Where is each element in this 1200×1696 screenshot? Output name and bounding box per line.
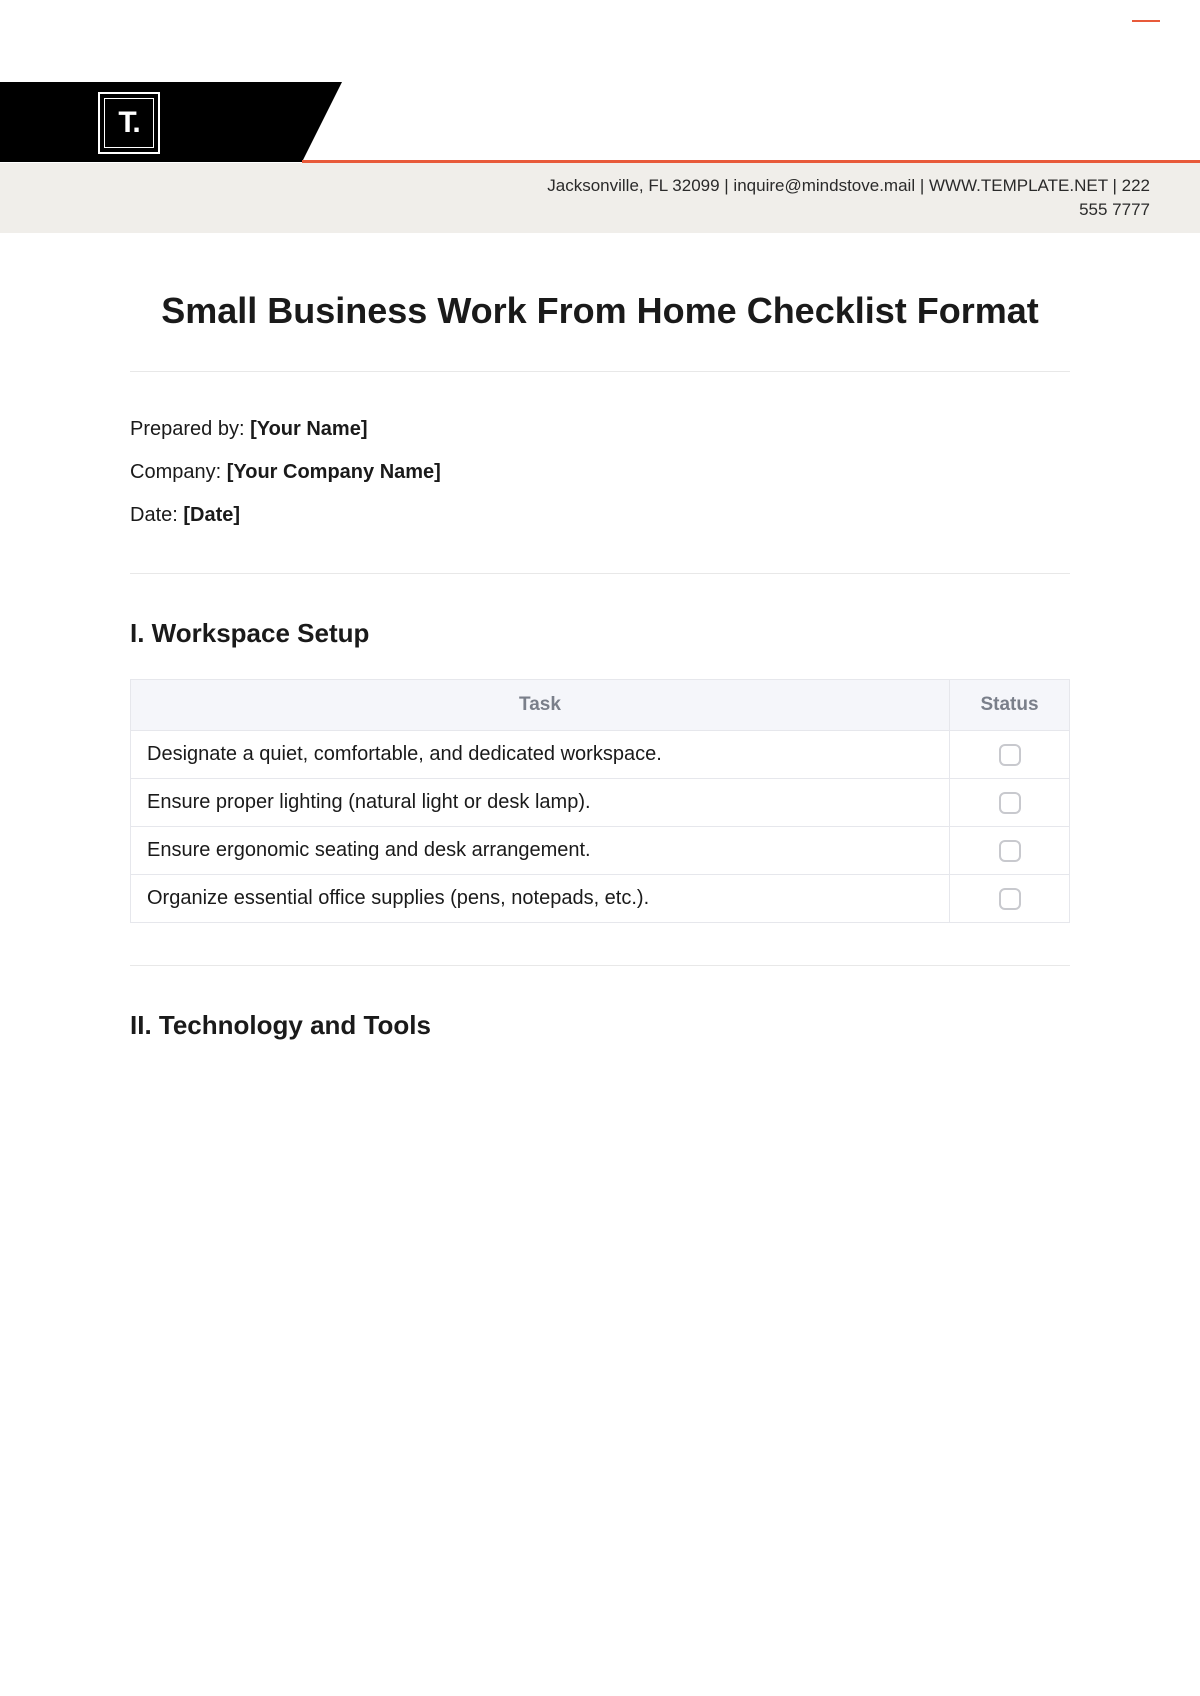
divider: [130, 573, 1070, 574]
divider: [130, 965, 1070, 966]
section-1-title: I. Workspace Setup: [130, 618, 1070, 649]
workspace-setup-table: Task Status Designate a quiet, comfortab…: [130, 679, 1070, 923]
col-status-header: Status: [950, 679, 1070, 730]
task-cell: Organize essential office supplies (pens…: [131, 874, 950, 922]
prepared-by-label: Prepared by:: [130, 418, 250, 440]
prepared-by-row: Prepared by: [Your Name]: [130, 418, 1070, 441]
col-task-header: Task: [131, 679, 950, 730]
checkbox-icon[interactable]: [999, 888, 1021, 910]
company-value: [Your Company Name]: [227, 461, 441, 483]
meta-block: Prepared by: [Your Name] Company: [Your …: [130, 418, 1070, 527]
date-row: Date: [Date]: [130, 504, 1070, 527]
accent-mark: [1132, 20, 1160, 22]
table-row: Organize essential office supplies (pens…: [131, 874, 1070, 922]
table-row: Ensure ergonomic seating and desk arrang…: [131, 826, 1070, 874]
company-row: Company: [Your Company Name]: [130, 461, 1070, 484]
status-cell: [950, 874, 1070, 922]
header-contact-bar: Jacksonville, FL 32099 | inquire@mindsto…: [0, 163, 1200, 233]
date-label: Date:: [130, 504, 183, 526]
prepared-by-value: [Your Name]: [250, 418, 367, 440]
task-cell: Ensure ergonomic seating and desk arrang…: [131, 826, 950, 874]
document-body: Small Business Work From Home Checklist …: [130, 288, 1070, 1071]
company-label: Company:: [130, 461, 227, 483]
table-row: Designate a quiet, comfortable, and dedi…: [131, 730, 1070, 778]
task-cell: Designate a quiet, comfortable, and dedi…: [131, 730, 950, 778]
divider: [130, 371, 1070, 372]
table-header-row: Task Status: [131, 679, 1070, 730]
task-cell: Ensure proper lighting (natural light or…: [131, 778, 950, 826]
logo-text: T.: [104, 98, 154, 148]
status-cell: [950, 778, 1070, 826]
section-2-title: II. Technology and Tools: [130, 1010, 1070, 1041]
checkbox-icon[interactable]: [999, 744, 1021, 766]
status-cell: [950, 826, 1070, 874]
logo-frame: T.: [98, 92, 160, 154]
checkbox-icon[interactable]: [999, 840, 1021, 862]
status-cell: [950, 730, 1070, 778]
contact-info: Jacksonville, FL 32099 | inquire@mindsto…: [530, 174, 1150, 222]
table-row: Ensure proper lighting (natural light or…: [131, 778, 1070, 826]
page-title: Small Business Work From Home Checklist …: [130, 288, 1070, 335]
date-value: [Date]: [183, 504, 240, 526]
checkbox-icon[interactable]: [999, 792, 1021, 814]
